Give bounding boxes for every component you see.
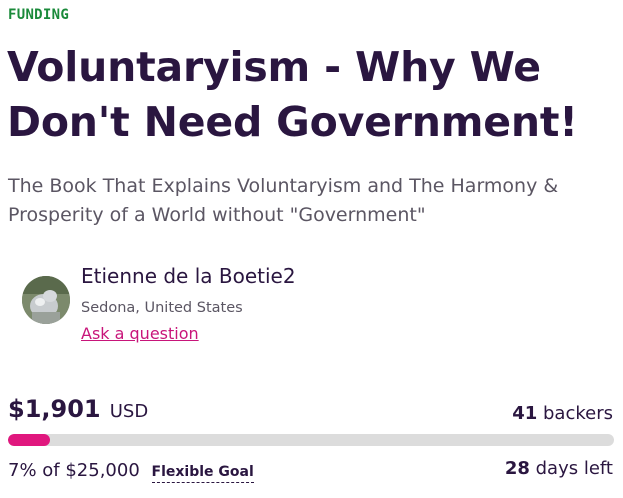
funding-progress-fill — [8, 434, 51, 446]
avatar-image-icon — [22, 276, 70, 324]
goal-text: 7% of $25,000 — [8, 460, 140, 481]
backers-number: 41 — [512, 403, 538, 424]
funding-goal: 7% of $25,000 Flexible Goal — [8, 460, 254, 483]
funding-progress-bar — [8, 434, 614, 446]
creator-name[interactable]: Etienne de la Boetie2 — [81, 264, 296, 288]
flexible-goal-tooltip[interactable]: Flexible Goal — [151, 464, 254, 483]
ask-question-link[interactable]: Ask a question — [81, 324, 199, 343]
currency-label: USD — [109, 401, 149, 422]
days-number: 28 — [504, 458, 530, 479]
project-subtitle: The Book That Explains Voluntaryism and … — [8, 175, 559, 226]
amount-raised-value: $1,901 — [8, 395, 101, 423]
project-title: Voluntaryism - Why We Don't Need Governm… — [7, 43, 578, 146]
days-left: 28 days left — [505, 458, 613, 479]
backers-count: 41 backers — [512, 403, 613, 424]
days-label: days left — [535, 458, 613, 479]
backers-label: backers — [543, 403, 613, 424]
status-label: FUNDING — [8, 7, 70, 23]
amount-raised: $1,901 USD — [8, 395, 148, 423]
avatar[interactable] — [22, 276, 70, 324]
creator-location: Sedona, United States — [81, 300, 243, 316]
